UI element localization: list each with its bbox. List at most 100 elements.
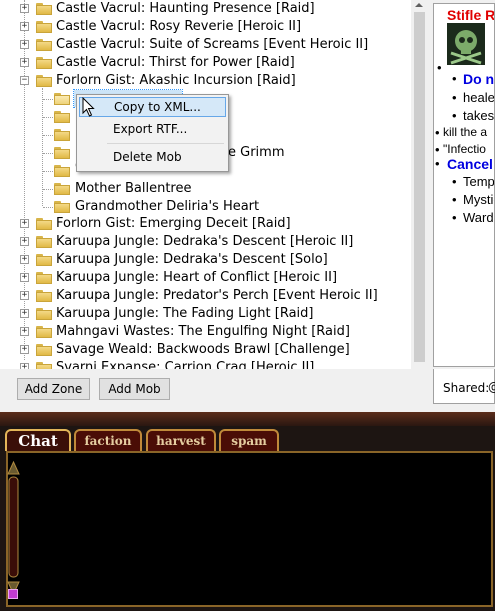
- bullet-dot: •: [452, 174, 457, 189]
- folder-icon: [54, 129, 70, 141]
- tree-item[interactable]: + Karuupa Jungle: Heart of Conflict [Her…: [0, 269, 410, 287]
- tree-item-label: Castle Vacrul: Thirst for Power [Raid]: [56, 55, 295, 70]
- folder-icon: [54, 183, 70, 195]
- tree-item-label: Mahngavi Wastes: The Engulfing Night [Ra…: [56, 324, 350, 339]
- tree-item[interactable]: + Svarni Expanse: Carrion Crag [Heroic I…: [0, 359, 410, 369]
- folder-icon: [54, 165, 70, 177]
- expand-icon[interactable]: +: [20, 4, 29, 13]
- skull-crossbones-icon: [447, 23, 485, 65]
- tree-item[interactable]: + Savage Weald: Backwoods Brawl [Challen…: [0, 341, 410, 359]
- tree-item-expanded[interactable]: − Forlorn Gist: Akashic Incursion [Raid]: [0, 72, 410, 90]
- mob-detail-panel[interactable]: Stifle R • • Do n • heale • takes • kill…: [433, 3, 495, 367]
- expand-icon[interactable]: +: [20, 345, 29, 354]
- tree-item-label: Castle Vacrul: Haunting Presence [Raid]: [56, 1, 315, 16]
- bullet-dot: •: [452, 192, 457, 207]
- menu-copy-to-xml[interactable]: Copy to XML...: [79, 97, 226, 117]
- shared-radio[interactable]: @: [488, 380, 495, 394]
- detail-do-not: Do n: [463, 71, 495, 87]
- mouse-cursor-icon: [82, 97, 95, 117]
- tree-item-label: Castle Vacrul: Suite of Screams [Event H…: [56, 37, 369, 52]
- detail-infection: "Infectio: [443, 142, 486, 156]
- tree-item[interactable]: + Karuupa Jungle: The Fading Light [Raid…: [0, 305, 410, 323]
- tree-item-label: Forlorn Gist: Akashic Incursion [Raid]: [56, 73, 296, 88]
- folder-icon: [36, 308, 52, 320]
- folder-icon: [36, 254, 52, 266]
- folder-icon: [54, 111, 70, 123]
- zone-tree[interactable]: + Castle Vacrul: Haunting Presence [Raid…: [0, 0, 428, 369]
- folder-icon: [36, 75, 52, 87]
- menu-separator: [107, 143, 224, 144]
- folder-icon: [36, 362, 52, 369]
- detail-sub-temp: Temp: [463, 174, 495, 189]
- expand-icon[interactable]: +: [20, 22, 29, 31]
- expand-icon[interactable]: +: [20, 273, 29, 282]
- expand-icon[interactable]: +: [20, 40, 29, 49]
- tree-item[interactable]: + Castle Vacrul: Rosy Reverie [Heroic II…: [0, 18, 410, 36]
- tree-child-label: Grandmother Deliria's Heart: [75, 199, 260, 214]
- tree-item-label: Karuupa Jungle: The Fading Light [Raid]: [56, 306, 314, 321]
- tree-item[interactable]: + Castle Vacrul: Thirst for Power [Raid]: [0, 54, 410, 72]
- bullet-dot: •: [452, 71, 457, 86]
- tree-item[interactable]: + Mahngavi Wastes: The Engulfing Night […: [0, 323, 410, 341]
- expand-icon[interactable]: +: [20, 327, 29, 336]
- tree-item-label: Savage Weald: Backwoods Brawl [Challenge…: [56, 342, 350, 357]
- tab-spam[interactable]: spam: [219, 429, 279, 451]
- scroll-up-icon[interactable]: [415, 3, 423, 7]
- chat-corner-icon[interactable]: [8, 589, 18, 599]
- expand-icon[interactable]: +: [20, 219, 29, 228]
- folder-open-icon: [54, 93, 70, 105]
- menu-delete-mob[interactable]: Delete Mob: [79, 147, 226, 167]
- tree-item-label: Karuupa Jungle: Dedraka's Descent [Heroi…: [56, 234, 354, 249]
- folder-icon: [36, 21, 52, 33]
- folder-icon: [54, 147, 70, 159]
- tree-item[interactable]: + Castle Vacrul: Suite of Screams [Event…: [0, 36, 410, 54]
- detail-sub-ward: Ward: [463, 210, 494, 225]
- tree-item[interactable]: + Karuupa Jungle: Predator's Perch [Even…: [0, 287, 410, 305]
- add-mob-button[interactable]: Add Mob: [99, 378, 170, 400]
- folder-icon: [36, 326, 52, 338]
- tree-scrollbar[interactable]: [411, 0, 428, 369]
- tree-item[interactable]: + Castle Vacrul: Haunting Presence [Raid…: [0, 0, 410, 18]
- expand-icon[interactable]: +: [20, 291, 29, 300]
- chat-scrollbar[interactable]: [6, 460, 21, 600]
- detail-bullet-healer: heale: [463, 90, 495, 105]
- bullet-dot: •: [452, 108, 457, 123]
- folder-icon: [36, 57, 52, 69]
- tree-item-label: Svarni Expanse: Carrion Crag [Heroic II]: [56, 360, 315, 369]
- bullet-dot: •: [452, 90, 457, 105]
- tree-child[interactable]: Mother Ballentree: [0, 180, 410, 198]
- tree-item-label: Forlorn Gist: Emerging Deceit [Raid]: [56, 216, 291, 231]
- menu-export-rtf[interactable]: Export RTF...: [79, 119, 226, 139]
- context-menu: Copy to XML... Export RTF... Delete Mob: [76, 94, 229, 172]
- tree-item-label: Karuupa Jungle: Heart of Conflict [Heroi…: [56, 270, 338, 285]
- bullet-dot: •: [435, 142, 440, 157]
- shared-label: Shared:: [443, 381, 490, 395]
- tree-item[interactable]: + Forlorn Gist: Emerging Deceit [Raid]: [0, 215, 410, 233]
- chat-window[interactable]: Chat faction harvest spam: [0, 412, 495, 611]
- chat-window-frame: [0, 412, 495, 426]
- folder-icon: [36, 39, 52, 51]
- folder-icon: [54, 201, 70, 213]
- chat-log[interactable]: [6, 451, 493, 607]
- detail-kill: kill the a: [443, 125, 488, 139]
- tree-child[interactable]: Grandmother Deliria's Heart: [0, 198, 410, 216]
- expand-icon[interactable]: +: [20, 58, 29, 67]
- add-zone-button[interactable]: Add Zone: [17, 378, 90, 400]
- tree-item-label: Castle Vacrul: Rosy Reverie [Heroic II]: [56, 19, 302, 34]
- expand-icon[interactable]: +: [20, 237, 29, 246]
- folder-icon: [36, 218, 52, 230]
- expand-icon[interactable]: +: [20, 255, 29, 264]
- scroll-thumb[interactable]: [414, 12, 425, 362]
- tab-chat[interactable]: Chat: [5, 429, 71, 451]
- shared-row: Shared: @: [433, 369, 495, 404]
- tree-item[interactable]: + Karuupa Jungle: Dedraka's Descent [Sol…: [0, 251, 410, 269]
- folder-icon: [36, 236, 52, 248]
- detail-cancel: Cancel: [447, 156, 493, 172]
- tab-harvest[interactable]: harvest: [146, 429, 216, 451]
- collapse-icon[interactable]: −: [20, 76, 29, 85]
- tree-item[interactable]: + Karuupa Jungle: Dedraka's Descent [Her…: [0, 233, 410, 251]
- bullet-dot: •: [435, 156, 440, 171]
- tab-faction[interactable]: faction: [74, 429, 142, 451]
- folder-icon: [36, 272, 52, 284]
- expand-icon[interactable]: +: [20, 309, 29, 318]
